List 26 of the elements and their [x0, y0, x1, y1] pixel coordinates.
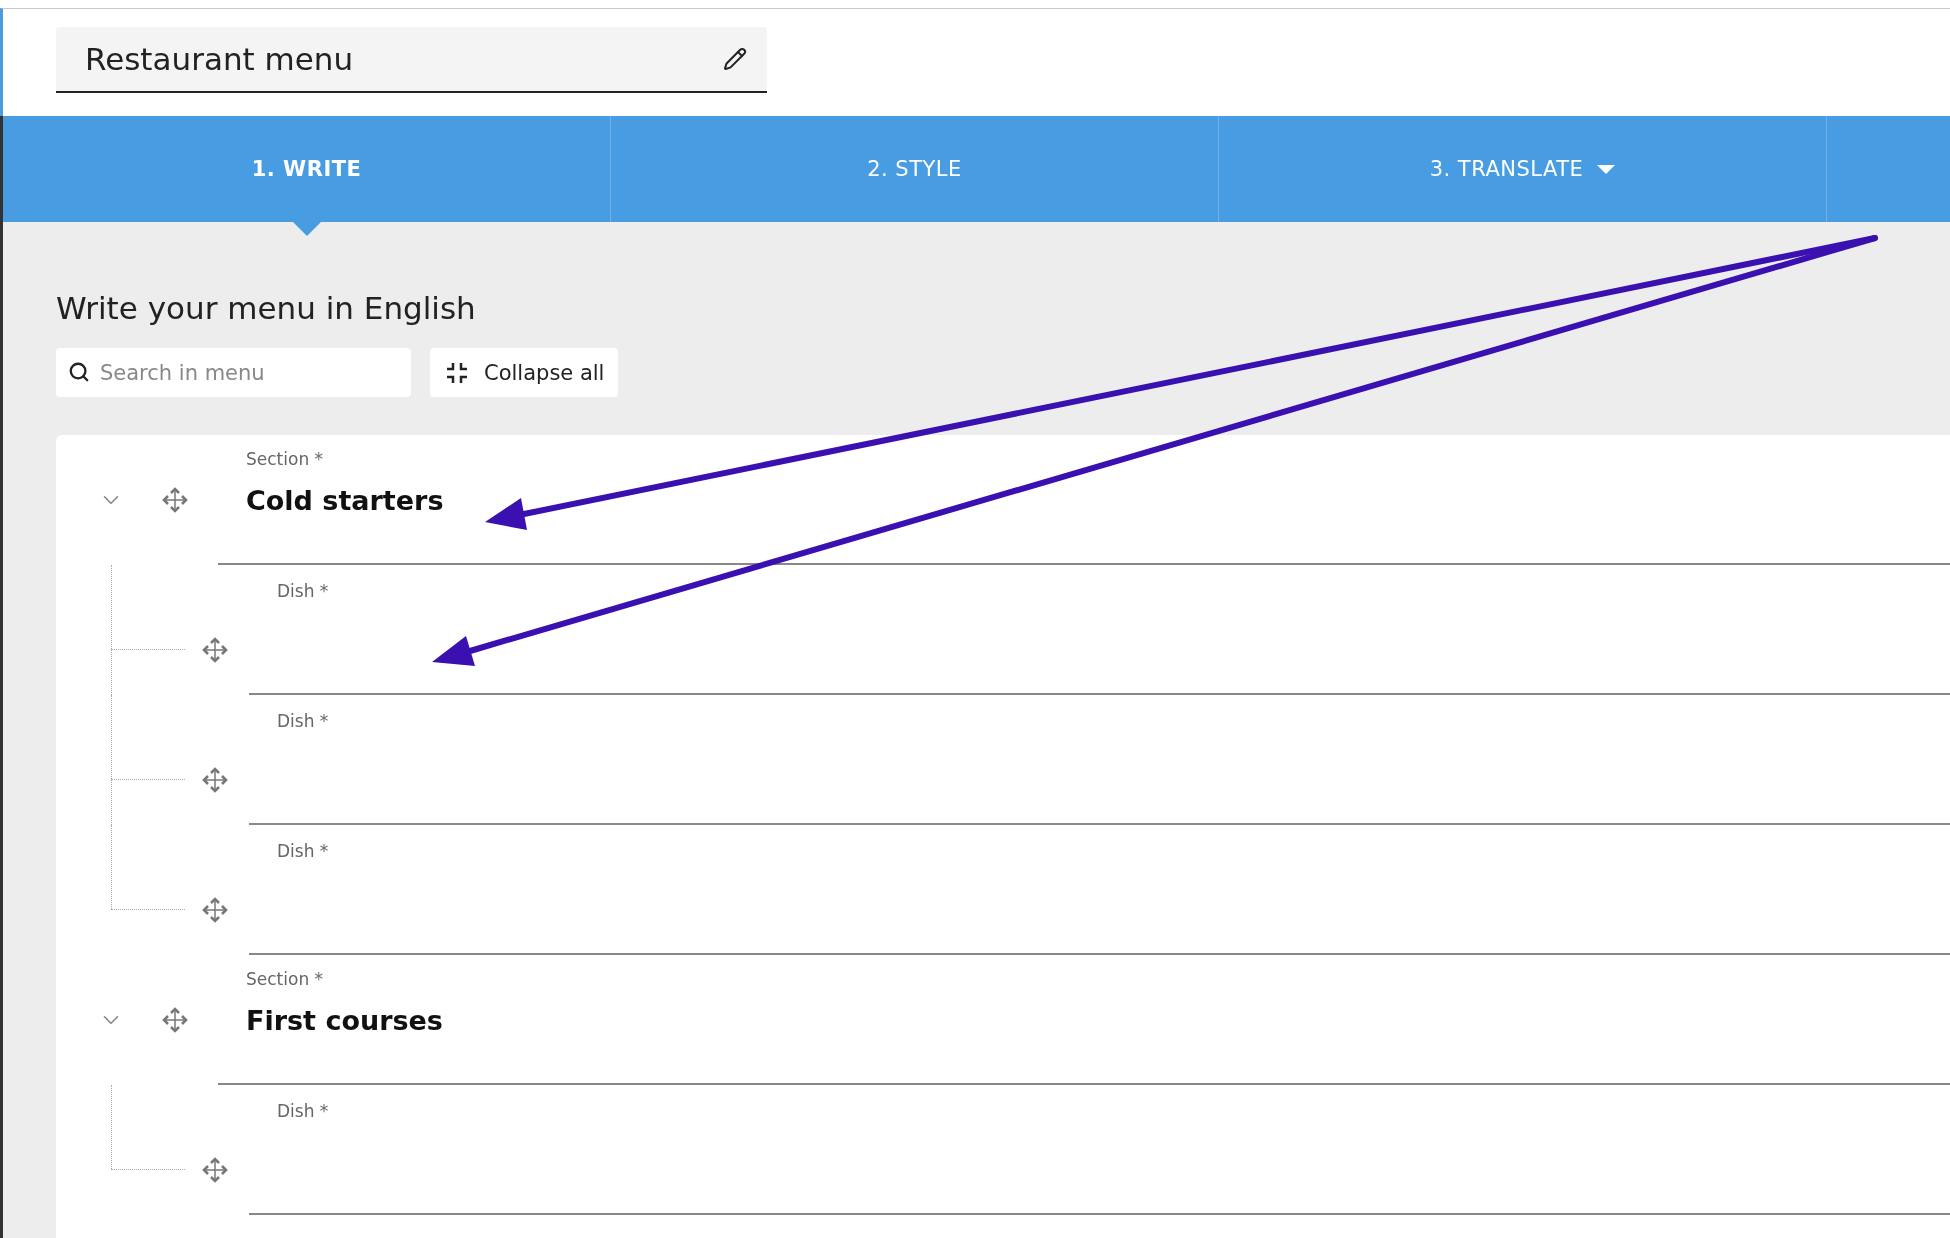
move-icon[interactable]	[160, 1006, 189, 1034]
dish-field[interactable]: Dish *	[249, 1085, 1950, 1215]
pencil-icon[interactable]	[723, 47, 747, 71]
section-name: Cold starters	[246, 485, 445, 516]
move-icon[interactable]	[201, 1156, 229, 1184]
move-icon[interactable]	[201, 766, 229, 794]
collapse-icon	[446, 361, 468, 384]
dish-field[interactable]: Dish *	[249, 695, 1950, 825]
field-label: Section *	[246, 969, 325, 989]
search-field[interactable]: Search in menu	[56, 348, 411, 397]
field-label: Dish *	[277, 581, 330, 601]
search-icon	[68, 361, 90, 383]
move-icon[interactable]	[160, 486, 189, 514]
section-field[interactable]: Section * First courses	[218, 955, 1950, 1085]
document-title: Restaurant menu	[85, 41, 354, 77]
field-label: Dish *	[277, 841, 330, 861]
move-icon[interactable]	[201, 636, 229, 664]
dish-field[interactable]: Dish *	[249, 825, 1950, 955]
move-icon[interactable]	[201, 896, 229, 924]
page-heading: Write your menu in English	[56, 290, 477, 326]
collapse-all-button[interactable]: Collapse all	[430, 348, 619, 397]
field-label: Section *	[246, 449, 325, 469]
field-label: Dish *	[277, 711, 330, 731]
document-title-field[interactable]: Restaurant menu	[56, 27, 767, 93]
field-label: Dish *	[277, 1101, 330, 1121]
section-name: First courses	[246, 1005, 444, 1036]
